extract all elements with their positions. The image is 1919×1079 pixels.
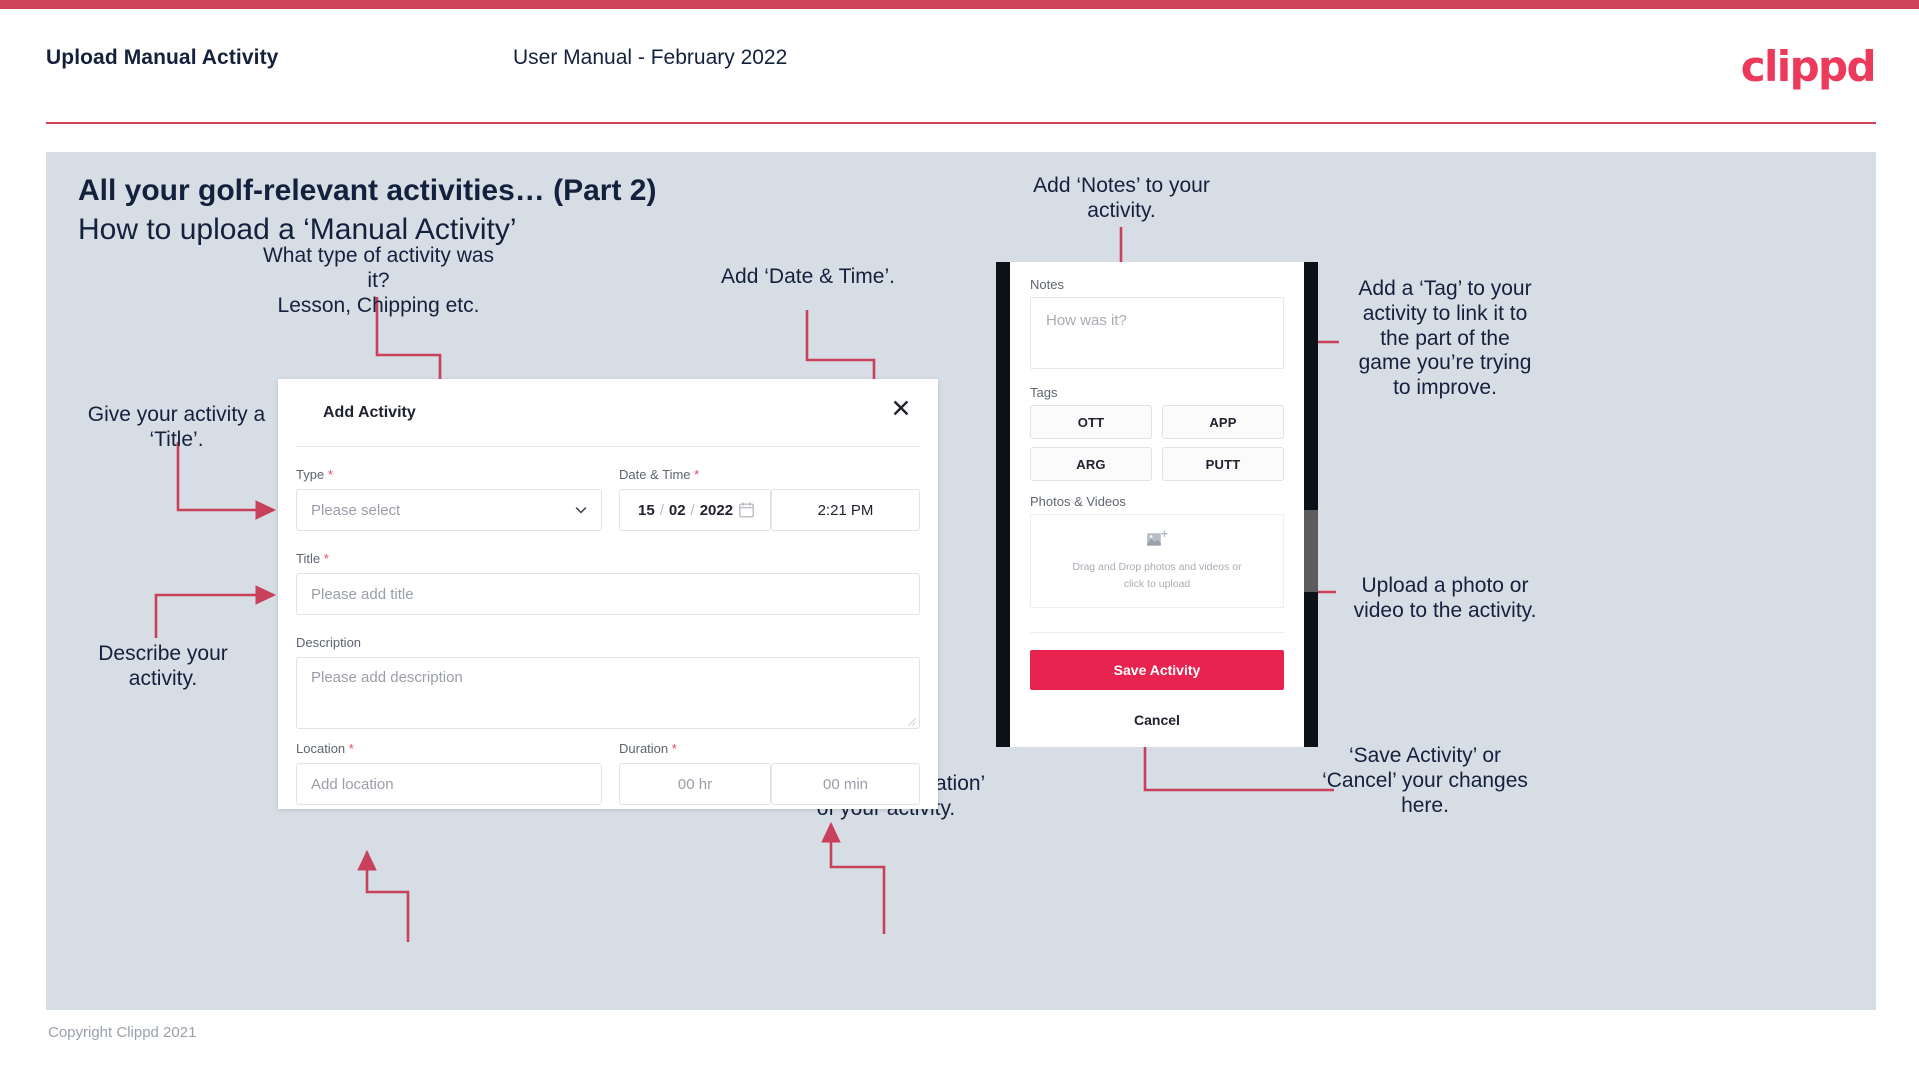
notes-textarea[interactable]	[1030, 297, 1284, 369]
save-activity-label: Save Activity	[1113, 662, 1201, 678]
footer-copyright: Copyright Clippd 2021	[48, 1024, 197, 1041]
cancel-button[interactable]: Cancel	[1010, 712, 1304, 728]
duration-hours-placeholder: 00 hr	[677, 775, 713, 793]
media-drop-line-2: click to upload	[1123, 577, 1191, 590]
header-divider	[46, 122, 1876, 124]
save-activity-button[interactable]: Save Activity	[1030, 650, 1284, 690]
tag-label: PUTT	[1205, 456, 1241, 472]
phone-bezel-left	[996, 262, 1010, 747]
resize-handle-icon[interactable]	[906, 716, 916, 726]
phone-screen: Notes How was it? Tags OTT APP ARG PUTT	[1010, 262, 1304, 747]
annotation-datetime: Add ‘Date & Time’.	[721, 265, 895, 288]
media-dropzone[interactable]: Drag and Drop photos and videos or click…	[1030, 514, 1284, 608]
close-icon[interactable]: ✕	[886, 395, 916, 425]
chevron-down-icon	[575, 507, 587, 514]
date-input[interactable]: 15 / 02 / 2022	[619, 489, 771, 531]
time-value: 2:21 PM	[817, 501, 874, 519]
duration-minutes-placeholder: 00 min	[822, 775, 869, 793]
tag-label: ARG	[1076, 456, 1106, 472]
slide-heading-bold: All your golf-relevant activities… (Part…	[78, 174, 657, 207]
date-sep-2: /	[690, 501, 695, 519]
phone-mockup: Notes How was it? Tags OTT APP ARG PUTT	[996, 262, 1318, 747]
duration-label-text: Duration	[619, 741, 669, 756]
location-label-text: Location	[296, 741, 346, 756]
document-subtitle: User Manual - February 2022	[513, 46, 788, 69]
duration-required-mark: *	[671, 741, 677, 756]
time-input[interactable]: 2:21 PM	[771, 489, 920, 531]
location-label: Location *	[296, 741, 354, 756]
annotation-tags: Add a ‘Tag’ to your activity to link it …	[1358, 277, 1532, 400]
annotation-notes: Add ‘Notes’ to your activity.	[1033, 174, 1210, 222]
location-placeholder: Add location	[311, 775, 394, 793]
tag-button-ott[interactable]: OTT	[1030, 405, 1152, 439]
duration-minutes-input[interactable]: 00 min	[771, 763, 920, 805]
annotation-description: Describe your activity.	[98, 642, 228, 690]
location-required-mark: *	[348, 741, 354, 756]
title-required-mark: *	[323, 551, 329, 566]
tag-button-app[interactable]: APP	[1162, 405, 1284, 439]
type-placeholder: Please select	[311, 501, 401, 519]
tag-label: OTT	[1077, 414, 1105, 430]
duration-hours-input[interactable]: 00 hr	[619, 763, 771, 805]
date-day: 15	[638, 501, 655, 519]
notes-placeholder: How was it?	[1046, 312, 1127, 329]
dialog-title: Add Activity	[323, 404, 416, 421]
media-drop-text: Drag and Drop photos and videos or click…	[1072, 559, 1241, 592]
annotation-type: What type of activity was it? Lesson, Ch…	[262, 244, 495, 317]
title-label-text: Title	[296, 551, 321, 566]
phone-volume-button	[1304, 510, 1318, 592]
date-month: 02	[668, 501, 686, 519]
slide-heading-regular: How to upload a ‘Manual Activity’	[78, 213, 517, 246]
datetime-label: Date & Time *	[619, 467, 699, 482]
date-sep-1: /	[659, 501, 664, 519]
description-label-text: Description	[296, 635, 362, 650]
datetime-label-text: Date & Time	[619, 467, 691, 482]
cancel-label: Cancel	[1134, 712, 1180, 728]
description-placeholder: Please add description	[311, 669, 463, 686]
add-activity-dialog: Add Activity ✕ Type * Please select Date…	[278, 379, 938, 809]
clippd-logo: clippd	[1740, 42, 1877, 91]
calendar-icon[interactable]	[739, 502, 754, 518]
phone-divider	[1030, 632, 1284, 633]
description-textarea[interactable]: Please add description	[296, 657, 920, 729]
title-placeholder: Please add title	[311, 585, 414, 603]
phone-bezel-right	[1304, 262, 1318, 747]
duration-label: Duration *	[619, 741, 677, 756]
title-input[interactable]: Please add title	[296, 573, 920, 615]
tags-label: Tags	[1030, 385, 1058, 400]
page-title: Upload Manual Activity	[46, 46, 279, 69]
top-accent-bar	[0, 0, 1919, 9]
datetime-required-mark: *	[694, 467, 700, 482]
title-label: Title *	[296, 551, 329, 566]
dialog-divider	[296, 446, 920, 447]
annotation-title: Give your activity a ‘Title’.	[87, 403, 266, 451]
type-label: Type *	[296, 467, 333, 482]
type-select[interactable]: Please select	[296, 489, 602, 531]
notes-label: Notes	[1030, 277, 1064, 292]
media-drop-line-1: Drag and Drop photos and videos or	[1072, 561, 1242, 574]
add-image-icon	[1147, 530, 1168, 546]
annotation-upload: Upload a photo or video to the activity.	[1353, 574, 1537, 622]
location-input[interactable]: Add location	[296, 763, 602, 805]
annotation-save-cancel: ‘Save Activity’ or ‘Cancel’ your changes…	[1322, 744, 1528, 817]
tag-button-arg[interactable]: ARG	[1030, 447, 1152, 481]
slide-canvas: All your golf-relevant activities… (Part…	[46, 152, 1876, 1010]
tag-button-putt[interactable]: PUTT	[1162, 447, 1284, 481]
type-required-mark: *	[327, 467, 333, 482]
tag-label: APP	[1209, 414, 1237, 430]
description-label: Description	[296, 635, 361, 650]
type-label-text: Type	[296, 467, 325, 482]
date-year: 2022	[699, 501, 734, 519]
media-label: Photos & Videos	[1030, 494, 1126, 509]
